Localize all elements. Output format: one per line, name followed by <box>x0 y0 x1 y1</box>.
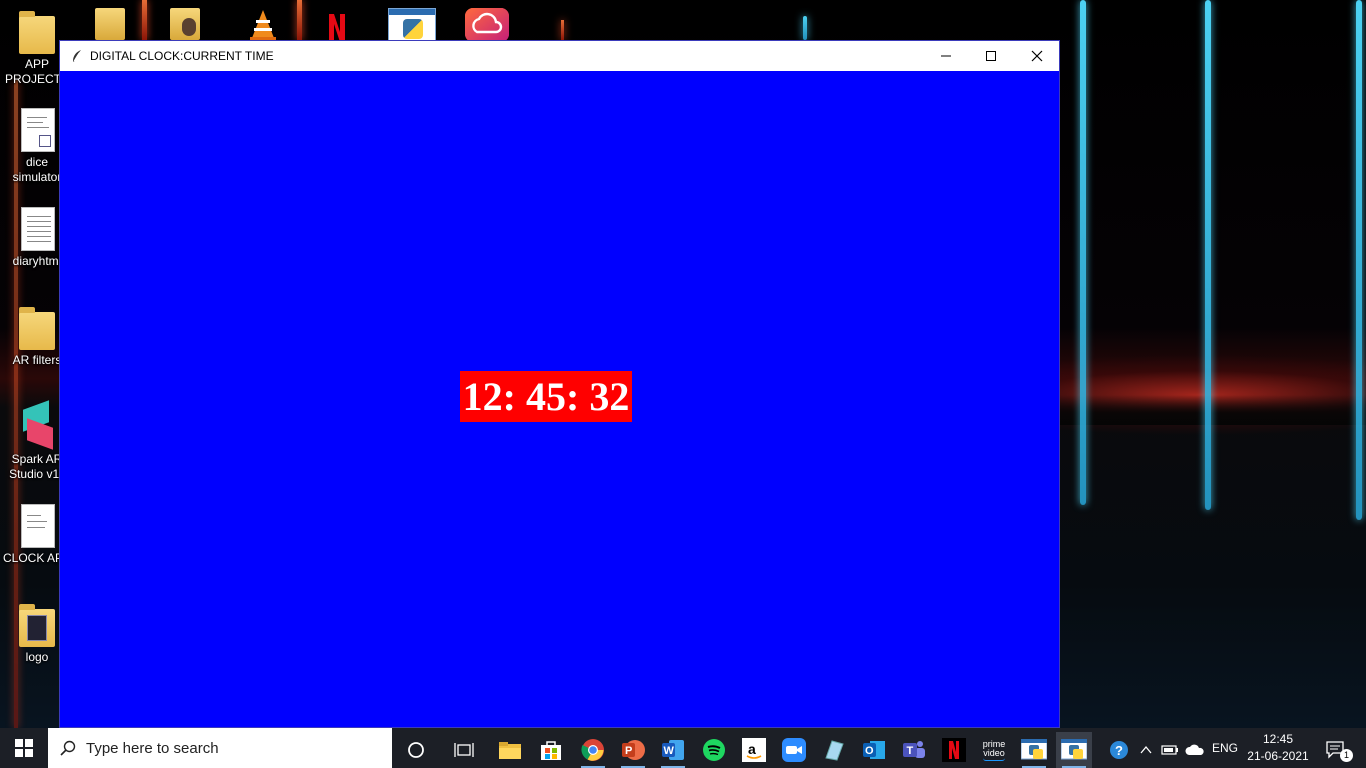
tray-help[interactable]: ? <box>1104 732 1134 768</box>
window-titlebar[interactable]: DIGITAL CLOCK:CURRENT TIME <box>60 41 1059 71</box>
svg-text:T: T <box>907 745 914 757</box>
wallpaper-light-streak <box>1080 0 1086 505</box>
taskbar-outlook[interactable]: O <box>856 732 892 768</box>
outlook-icon: O <box>863 741 885 759</box>
tray-show-hidden[interactable] <box>1136 732 1156 768</box>
svg-text:W: W <box>664 745 675 757</box>
store-icon <box>541 741 561 760</box>
svg-text:O: O <box>865 745 874 757</box>
taskbar-prime-video[interactable]: prime video <box>976 732 1012 768</box>
minimize-button[interactable] <box>923 41 969 71</box>
wallpaper-light-streak <box>803 16 807 40</box>
text-file-icon <box>17 205 57 251</box>
notification-count-badge: 1 <box>1340 749 1353 762</box>
netflix-icon[interactable] <box>326 8 348 42</box>
digital-clock-label: 12: 45: 32 <box>460 371 632 422</box>
chrome-icon <box>581 739 604 761</box>
tray-clock-date[interactable]: 21-06-2021 <box>1246 749 1310 763</box>
python-icon <box>1021 739 1047 760</box>
action-center-button[interactable]: 1 <box>1318 732 1354 768</box>
taskbar-file-explorer[interactable] <box>492 732 528 768</box>
taskbar-powerpoint[interactable]: P <box>615 732 651 768</box>
python-icon <box>1061 739 1087 760</box>
wallpaper-red-streak <box>561 20 564 40</box>
task-view-button[interactable] <box>446 732 482 768</box>
notes-icon <box>825 740 844 761</box>
word-icon: W <box>662 740 684 760</box>
taskbar-teams[interactable]: T <box>896 732 932 768</box>
svg-text:?: ? <box>1115 743 1123 758</box>
powerpoint-icon: P <box>622 740 645 760</box>
file-explorer-icon <box>499 742 521 759</box>
tray-battery[interactable] <box>1158 732 1182 768</box>
task-view-icon <box>454 743 474 757</box>
taskbar-python-idle[interactable] <box>1016 732 1052 768</box>
taskbar-search-box[interactable] <box>48 728 392 768</box>
folder-icon <box>17 601 57 647</box>
zoom-icon <box>782 738 806 762</box>
help-icon: ? <box>1110 741 1128 759</box>
folder-icon <box>17 304 57 350</box>
video-label: video <box>983 747 1005 758</box>
netflix-icon <box>942 738 966 762</box>
maximize-button[interactable] <box>968 41 1014 71</box>
search-input[interactable] <box>86 739 366 757</box>
taskbar-word[interactable]: W <box>655 732 691 768</box>
taskbar-chrome[interactable] <box>575 732 611 768</box>
maximize-icon <box>986 51 996 61</box>
desktop-top-icon-1[interactable] <box>95 8 127 42</box>
start-button[interactable] <box>0 728 48 768</box>
battery-icon <box>1161 745 1178 755</box>
search-icon <box>60 740 76 756</box>
tk-feather-icon <box>73 50 81 62</box>
taskbar-zoom[interactable] <box>776 732 812 768</box>
wallpaper-light-streak <box>1356 0 1362 520</box>
taskbar-notes[interactable] <box>816 732 852 768</box>
desktop-top-icon-2[interactable] <box>170 8 202 42</box>
wallpaper-treeline <box>1060 395 1366 425</box>
tray-language[interactable]: ENG <box>1212 741 1238 755</box>
taskbar-amazon[interactable]: a <box>736 732 772 768</box>
vlc-icon[interactable] <box>248 8 278 42</box>
taskbar-spotify[interactable] <box>696 732 732 768</box>
spark-ar-icon <box>17 400 57 450</box>
cortana-icon <box>408 742 424 758</box>
spotify-icon <box>703 739 725 761</box>
prime-video-icon: prime video <box>983 739 1005 761</box>
cortana-button[interactable] <box>398 732 434 768</box>
amazon-icon: a <box>742 738 766 762</box>
document-icon <box>17 106 57 152</box>
close-icon <box>1031 50 1043 62</box>
wallpaper-light-streak <box>1205 0 1211 510</box>
tray-clock-time[interactable]: 12:45 <box>1248 732 1308 746</box>
wallpaper-red-streak <box>142 0 147 40</box>
folder-icon <box>17 8 57 54</box>
svg-text:P: P <box>625 745 632 757</box>
taskbar: P W a O T prime video ? <box>0 728 1366 768</box>
taskbar-python-clock[interactable] <box>1056 732 1092 768</box>
close-button[interactable] <box>1014 41 1060 71</box>
svg-text:a: a <box>748 741 756 757</box>
taskbar-store[interactable] <box>533 732 569 768</box>
creative-cloud-icon[interactable] <box>465 8 509 42</box>
teams-icon: T <box>903 741 925 758</box>
digital-clock-window[interactable]: DIGITAL CLOCK:CURRENT TIME 12: 45: 32 <box>59 40 1060 728</box>
taskbar-netflix[interactable] <box>936 732 972 768</box>
tray-onedrive[interactable] <box>1183 732 1207 768</box>
python-idle-icon[interactable] <box>388 8 436 42</box>
windows-logo-icon <box>15 739 33 757</box>
minimize-icon <box>941 55 951 57</box>
chevron-up-icon <box>1140 745 1152 754</box>
cloud-icon <box>1185 744 1204 755</box>
wallpaper-red-streak <box>297 0 302 40</box>
window-title: DIGITAL CLOCK:CURRENT TIME <box>90 49 274 63</box>
document-icon <box>17 502 57 548</box>
